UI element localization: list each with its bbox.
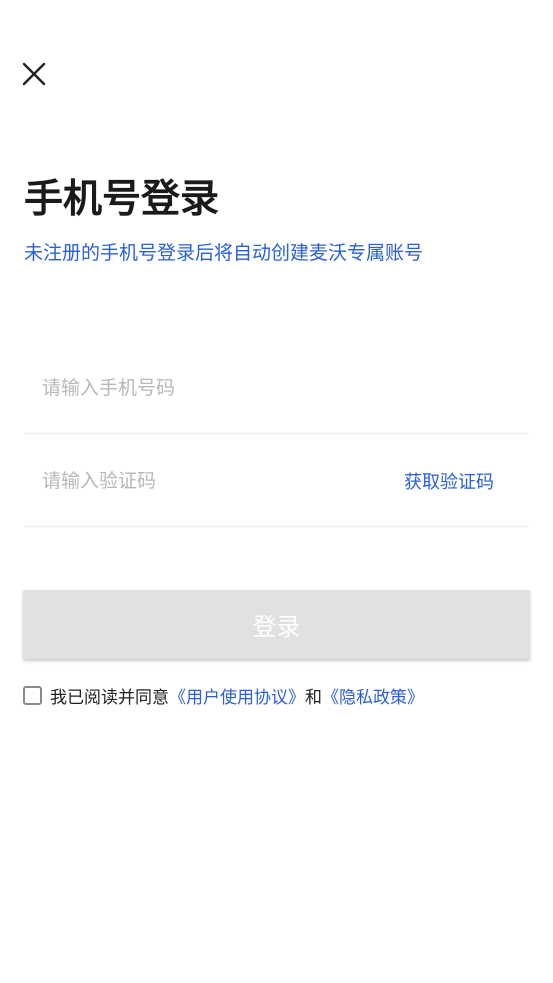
- login-button[interactable]: 登录: [23, 590, 530, 659]
- code-field: 获取验证码: [24, 435, 529, 527]
- phone-input[interactable]: [24, 367, 529, 408]
- agreement-prefix: 我已阅读并同意: [50, 687, 169, 708]
- agreement-checkbox[interactable]: [23, 685, 42, 705]
- login-page: 手机号登录 未注册的手机号登录后将自动创建麦沃专属账号 获取验证码 登录 我已阅…: [0, 0, 553, 983]
- agreement-row: 我已阅读并同意 《用户使用协议》 和 《隐私政策》: [23, 682, 424, 708]
- get-code-button[interactable]: 获取验证码: [404, 468, 494, 494]
- page-subtitle: 未注册的手机号登录后将自动创建麦沃专属账号: [24, 242, 424, 264]
- close-icon: [22, 62, 46, 86]
- verification-code-input[interactable]: [24, 460, 404, 501]
- close-button[interactable]: [18, 58, 50, 90]
- phone-field: [24, 342, 529, 434]
- privacy-policy-link[interactable]: 《隐私政策》: [322, 683, 424, 708]
- page-title: 手机号登录: [24, 177, 220, 222]
- agreement-conjunction: 和: [305, 687, 322, 708]
- user-agreement-link[interactable]: 《用户使用协议》: [169, 683, 305, 708]
